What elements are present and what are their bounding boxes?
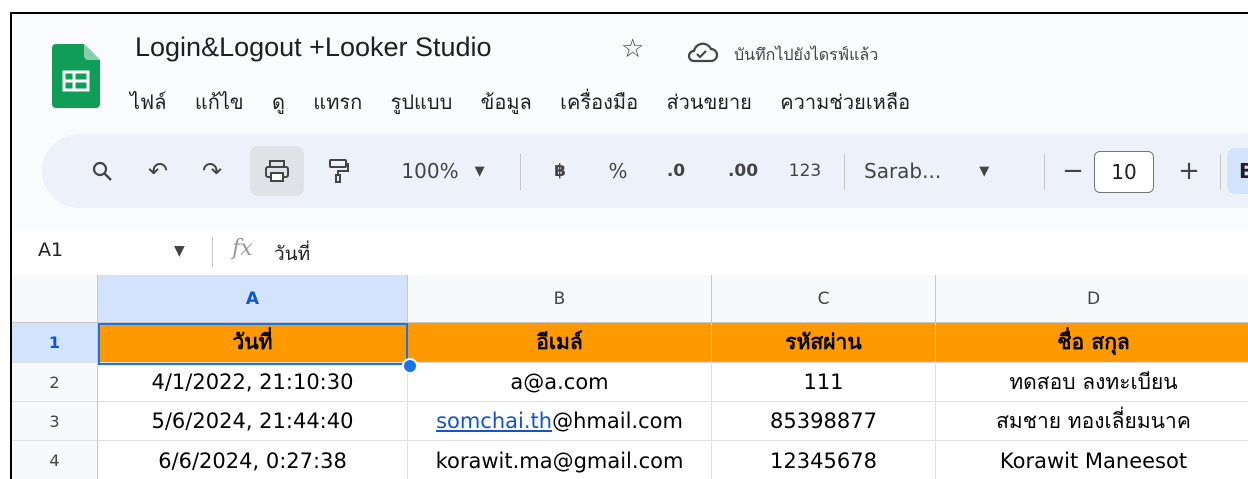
bold-button[interactable]: B [1227,148,1248,194]
menu-format[interactable]: รูปแบบ [391,90,453,114]
decrease-decimal-button[interactable]: .0 [654,134,698,208]
email-link[interactable]: somchai.th [436,409,552,433]
column-header-d[interactable]: D [936,275,1248,323]
increase-decimal-label: .00 [727,161,759,181]
cell-d2[interactable]: ทดสอบ ลงทะเบียน [936,363,1248,402]
sheets-window: Login&Logout +Looker Studio ☆ บันทึกไปยั… [10,12,1248,479]
menu-tools[interactable]: เครื่องมือ [560,90,638,114]
cell-d1[interactable]: ชื่อ สกุล [936,323,1248,363]
menu-edit[interactable]: แก้ไข [195,90,244,114]
menu-extensions[interactable]: ส่วนขยาย [666,90,751,114]
row-header[interactable]: 4 [12,441,98,479]
currency-format-button[interactable]: ฿ [540,134,580,208]
font-size-input[interactable]: 10 [1094,151,1154,193]
app-header: Login&Logout +Looker Studio ☆ บันทึกไปยั… [12,14,1248,229]
cell-b3[interactable]: somchai.th @hmail.com [408,402,712,441]
zoom-value: 100% [401,159,459,183]
column-header-a[interactable]: A [98,275,408,323]
cell-a2[interactable]: 4/1/2022, 21:10:30 [98,363,408,402]
redo-icon[interactable]: ↷ [192,134,232,208]
menu-insert[interactable]: แทรก [313,90,362,114]
cell-c3[interactable]: 85398877 [712,402,936,441]
menu-data[interactable]: ข้อมูล [481,90,532,114]
menu-view[interactable]: ดู [272,90,285,114]
increase-font-size-button[interactable]: + [1172,134,1206,208]
increase-decimal-button[interactable]: .00 [718,134,768,208]
sheets-logo-icon[interactable] [52,44,100,108]
number-format-button[interactable]: 123 [780,134,830,208]
decrease-font-size-button[interactable]: − [1056,134,1090,208]
row-header[interactable]: 1 [12,323,98,363]
cell-b2[interactable]: a@a.com [408,363,712,402]
toolbar: ↶ ↷ 100% ▼ ฿ % .0 .00 123 Sarab... ▼ − 10 … [42,134,1248,208]
row-header[interactable]: 2 [12,363,98,402]
font-value: Sarab... [864,159,942,183]
divider [520,154,521,190]
cell-c2[interactable]: 111 [712,363,936,402]
cell-a4[interactable]: 6/6/2024, 0:27:38 [98,441,408,479]
zoom-select[interactable]: 100% ▼ [388,134,498,208]
search-icon[interactable] [82,134,122,208]
formula-bar: A1 ▼ fx วันที่ [12,229,1248,276]
select-all-corner[interactable] [12,275,98,323]
menu-bar: ไฟล์ แก้ไข ดู แทรก รูปแบบ ข้อมูล เครื่อง… [130,86,932,118]
star-icon[interactable]: ☆ [621,34,644,64]
divider [212,237,213,267]
chevron-down-icon[interactable]: ▼ [174,243,185,259]
cloud-saved-icon[interactable] [685,40,719,64]
menu-file[interactable]: ไฟล์ [130,90,166,114]
formula-input[interactable]: วันที่ [274,239,310,269]
undo-icon[interactable]: ↶ [138,134,178,208]
cell-d4[interactable]: Korawit Maneesot [936,441,1248,479]
chevron-down-icon: ▼ [979,163,990,179]
column-header-b[interactable]: B [408,275,712,323]
cell-b1[interactable]: อีเมล์ [408,323,712,363]
divider [844,154,845,190]
cell-c4[interactable]: 12345678 [712,441,936,479]
column-header-c[interactable]: C [712,275,936,323]
name-box[interactable]: A1 [38,239,63,261]
fx-icon: fx [232,236,253,261]
paint-format-icon[interactable] [318,134,358,208]
cell-b4[interactable]: korawit.ma@gmail.com [408,441,712,479]
percent-format-button[interactable]: % [598,134,638,208]
print-icon[interactable] [250,146,304,196]
email-domain: @hmail.com [552,409,683,433]
save-status: บันทึกไปยังไดรฟ์แล้ว [734,45,879,64]
cell-d3[interactable]: สมชาย ทองเลี่ยมนาค [936,402,1248,441]
selection-border [98,323,408,365]
cell-a3[interactable]: 5/6/2024, 21:44:40 [98,402,408,441]
divider [1044,154,1045,190]
chevron-down-icon: ▼ [474,163,485,179]
row-header[interactable]: 3 [12,402,98,441]
cell-c1[interactable]: รหัสผ่าน [712,323,936,363]
menu-help[interactable]: ความช่วยเหลือ [780,90,910,114]
decrease-decimal-label: .0 [666,161,686,181]
fill-handle[interactable] [402,358,418,374]
document-title[interactable]: Login&Logout +Looker Studio [135,32,492,63]
font-select[interactable]: Sarab... ▼ [864,134,1024,208]
divider [1220,154,1221,190]
